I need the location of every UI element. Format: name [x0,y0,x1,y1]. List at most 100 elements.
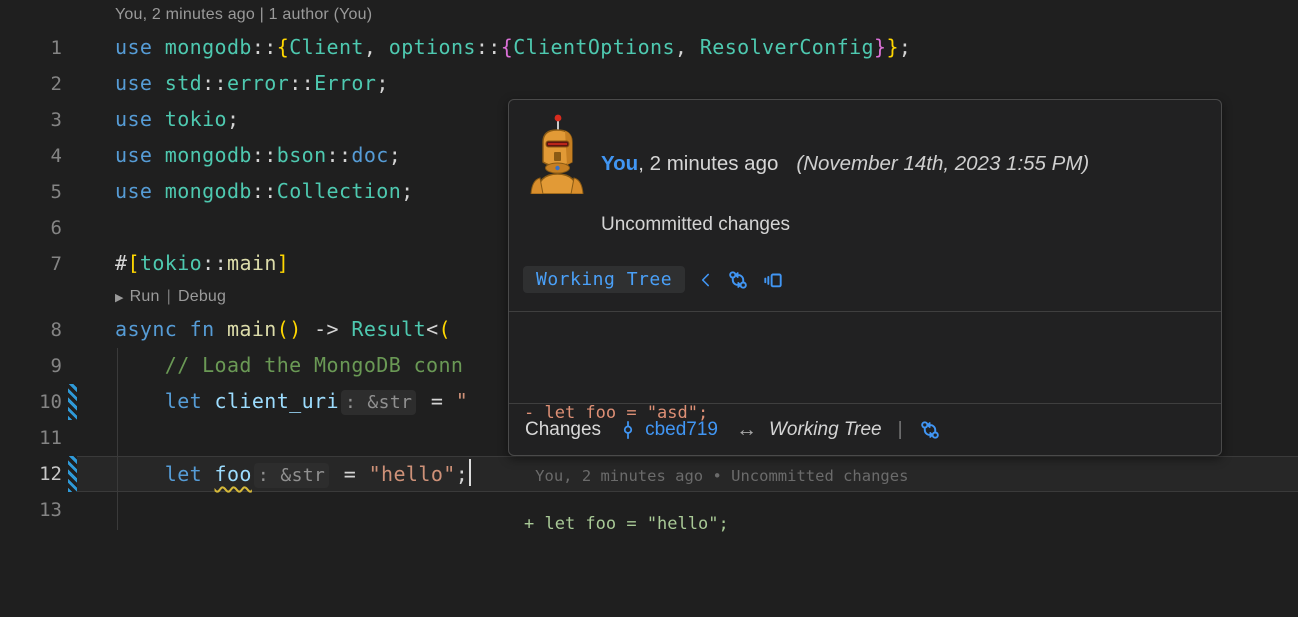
open-changes-icon[interactable] [762,269,784,291]
code-token: let [165,462,215,486]
code-token: use [115,71,165,95]
gutter-change-indicator[interactable] [68,384,77,420]
play-icon: ▶ [115,292,124,304]
code-line-2: 2 use std::error::Error; [0,66,1298,102]
git-compare-icon-2[interactable] [919,419,941,441]
code-line-content[interactable]: use mongodb::{Client, options::{ClientOp… [77,30,1298,66]
line-number: 1 [0,30,62,66]
code-token: = [331,462,368,486]
separator: | [898,419,903,441]
git-compare-icon[interactable] [727,269,749,291]
code-token: :: [202,71,227,95]
code-token: error [227,71,289,95]
code-line-content[interactable]: use std::error::Error; [77,66,1298,102]
line-number: 4 [0,138,62,174]
code-token: ; [376,71,388,95]
code-token: mongodb [165,179,252,203]
code-token: use [115,179,165,203]
indent-guide [117,348,118,530]
code-token: mongodb [165,143,252,167]
file-blame-codelens: You, 2 minutes ago | 1 author (You) [0,0,1298,30]
commit-hash-link[interactable]: cbed719 [645,419,718,441]
code-token: foo [215,462,252,486]
code-token: :: [289,71,314,95]
compare-arrow: ↔ [736,418,757,442]
line-number: 5 [0,174,62,210]
gutter-change-indicator[interactable] [68,456,77,492]
line-number: 11 [0,420,62,456]
code-token: bson [277,143,327,167]
diff-added-line: + let foo = "hello"; [524,506,1206,543]
diff-preview: - let foo = "asd"; + let foo = "hello"; [509,312,1221,404]
code-token: std [165,71,202,95]
text-cursor [469,459,471,486]
code-token: { [277,35,289,59]
code-token: // Load the MongoDB conn [115,353,463,377]
code-token [115,389,165,413]
line-number: 9 [0,348,62,384]
code-token: , [675,35,700,59]
code-token: :: [252,35,277,59]
code-token: ResolverConfig [700,35,874,59]
code-token: fn [190,317,227,341]
code-token: mongodb [165,35,252,59]
line-number: 6 [0,210,62,246]
working-tree-badge: Working Tree [523,266,685,293]
gutter-spacer [68,246,77,282]
code-token: :: [327,143,352,167]
code-token: < [426,317,438,341]
code-token: doc [351,143,388,167]
working-tree-label: Working Tree [769,419,882,441]
code-token: Collection [277,179,401,203]
code-token: ] [277,251,289,275]
gutter-spacer [68,66,77,102]
code-token: Result [351,317,426,341]
code-token: [ [127,251,139,275]
line-number: 2 [0,66,62,102]
line-number: 3 [0,102,62,138]
code-token: ; [456,462,468,486]
code-token: ; [401,179,413,203]
line-number: 7 [0,246,62,282]
code-token: tokio [140,251,202,275]
code-token: # [115,251,127,275]
code-token: { [501,35,513,59]
code-line-1: 1 use mongodb::{Client, options::{ClientO… [0,30,1298,66]
gutter-spacer [68,174,77,210]
code-token: Error [314,71,376,95]
chevron-left-icon[interactable] [698,270,714,290]
line-number: 13 [0,492,62,528]
code-token [115,462,165,486]
gutter-spacer [68,210,77,246]
changes-row: Changes cbed719 ↔ Working Tree | [509,404,1221,455]
run-link[interactable]: Run [130,288,160,305]
code-token: ; [899,35,911,59]
code-token: } [874,35,886,59]
gutter-spacer [68,30,77,66]
file-blame-text[interactable]: You, 2 minutes ago | 1 author (You) [115,6,372,23]
commit-date: (November 14th, 2023 1:55 PM) [796,152,1089,175]
filelens-text: You, 2 minutes ago | 1 author (You) [0,0,372,30]
robot-avatar [529,112,585,194]
gutter-spacer [68,348,77,384]
code-token: " [456,389,468,413]
inlay-hint: : &str [254,463,329,488]
commit-message: Uncommitted changes [601,214,790,236]
code-token: ; [227,107,239,131]
code-token: :: [252,143,277,167]
line-number: 12 [0,456,62,492]
line-number: 10 [0,384,62,420]
code-token: use [115,143,165,167]
author-name: You [601,152,638,175]
code-token: :: [476,35,501,59]
code-token: options [389,35,476,59]
code-token: use [115,107,165,131]
code-token: use [115,35,165,59]
inlay-hint: : &str [341,390,416,415]
code-token: ; [389,143,401,167]
code-token: client_uri [215,389,339,413]
changes-label: Changes [525,419,601,441]
code-token: Client [289,35,364,59]
hover-header: You, 2 minutes ago(November 14th, 2023 1… [509,100,1221,312]
debug-link[interactable]: Debug [178,288,226,305]
